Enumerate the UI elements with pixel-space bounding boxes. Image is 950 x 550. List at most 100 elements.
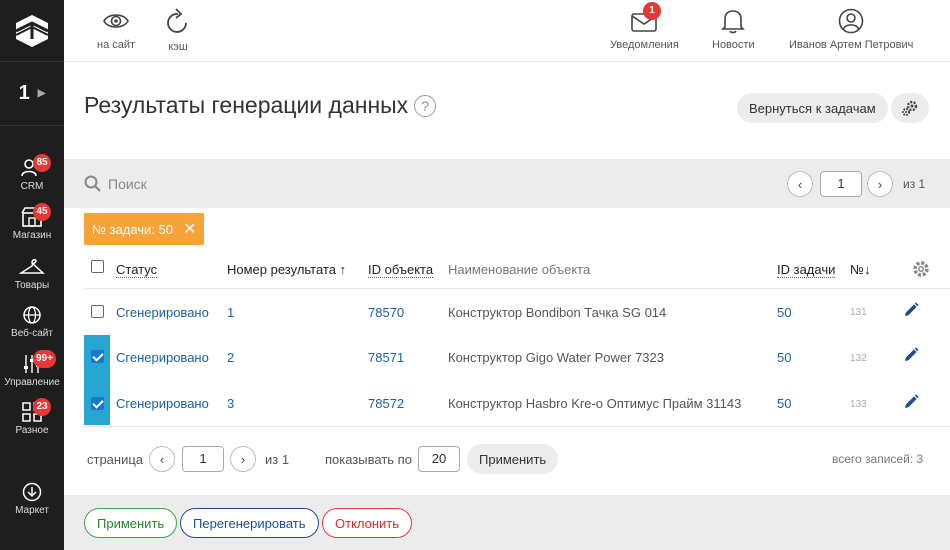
page-title-text: Результаты генерации данных <box>84 92 409 118</box>
logo[interactable] <box>0 0 64 62</box>
misc-badge: 23 <box>33 398 51 416</box>
row-task-id[interactable]: 50 <box>777 305 791 320</box>
user-icon <box>838 8 864 34</box>
shop-badge: 45 <box>33 203 51 221</box>
user-menu[interactable]: Иванов Артем Петрович <box>789 8 913 51</box>
sidebar-item-label: Магазин <box>12 230 52 241</box>
row-result-number[interactable]: 1 <box>227 305 234 320</box>
sidebar-item-products[interactable]: Товары <box>0 257 64 291</box>
row-no: 133 <box>850 399 867 410</box>
bell-icon <box>721 10 746 34</box>
topbar: на сайт кэш Уведомления 1 Новости Иванов… <box>64 0 950 62</box>
row-result-number[interactable]: 3 <box>227 396 234 411</box>
search-icon <box>84 175 101 192</box>
settings-button[interactable] <box>891 93 929 123</box>
close-icon[interactable]: ✕ <box>183 219 196 239</box>
select-all-checkbox[interactable] <box>91 260 104 273</box>
news-label: Новости <box>712 39 755 51</box>
pencil-icon[interactable] <box>903 302 919 318</box>
row-object-name: Конструктор Gigo Water Power 7323 <box>448 350 664 365</box>
row-status[interactable]: Сгенерировано <box>116 396 209 411</box>
globe-icon <box>23 306 41 324</box>
filter-chip-label: № задачи: 50 <box>92 221 173 237</box>
apply-per-page-button[interactable]: Применить <box>467 444 559 474</box>
filter-chip: № задачи: 50 ✕ <box>84 213 205 245</box>
column-settings-gear-icon[interactable] <box>911 259 931 279</box>
search-input[interactable] <box>108 173 508 195</box>
search-prev-page-button[interactable]: ‹ <box>787 171 813 197</box>
prev-page-button[interactable]: ‹ <box>149 446 175 472</box>
divider <box>84 288 950 289</box>
notifications-badge: 1 <box>643 2 661 20</box>
to-site-label: на сайт <box>97 39 136 51</box>
apply-button[interactable]: Применить <box>84 508 178 538</box>
project-number: 1 <box>18 82 30 104</box>
page-title: Результаты генерации данных ? <box>84 92 437 119</box>
row-object-id[interactable]: 78571 <box>368 350 404 365</box>
row-checkbox[interactable] <box>91 350 104 363</box>
help-icon[interactable]: ? <box>414 94 437 117</box>
pencil-icon[interactable] <box>903 394 919 410</box>
news-button[interactable]: Новости <box>712 8 755 51</box>
pencil-icon[interactable] <box>903 347 919 363</box>
sidebar-item-website[interactable]: Веб-сайт <box>0 305 64 339</box>
sidebar-item-label: Веб-сайт <box>11 328 53 339</box>
per-page-input[interactable]: 20 <box>418 446 460 472</box>
column-header-no[interactable]: №↓ <box>850 262 870 277</box>
back-to-tasks-button[interactable]: Вернуться к задачам <box>737 93 888 123</box>
row-checkbox[interactable] <box>91 397 104 410</box>
chevron-right-icon: ▶ <box>37 88 46 99</box>
divider <box>84 426 950 427</box>
refresh-icon <box>167 8 187 33</box>
row-task-id[interactable]: 50 <box>777 350 791 365</box>
crm-badge: 85 <box>33 154 51 172</box>
project-switcher[interactable]: 1 ▶ <box>0 62 64 126</box>
row-no: 132 <box>850 353 867 364</box>
sidebar-item-label: Управление <box>4 377 60 388</box>
search-next-page-button[interactable]: › <box>867 171 893 197</box>
page-number-input[interactable]: 1 <box>182 446 224 472</box>
total-records: всего записей: 3 <box>832 452 924 466</box>
column-header-task-id[interactable]: ID задачи <box>777 262 836 278</box>
cache-button[interactable]: кэш <box>165 8 191 53</box>
column-header-object-name[interactable]: Наименование объекта <box>448 262 590 277</box>
gears-icon <box>902 100 918 116</box>
eye-icon <box>103 14 129 28</box>
per-page-label: показывать по <box>325 452 412 467</box>
column-header-object-id[interactable]: ID объекта <box>368 262 434 278</box>
logo-icon <box>15 14 49 47</box>
column-header-status[interactable]: Статус <box>116 262 158 278</box>
notifications-button[interactable]: Уведомления 1 <box>610 2 679 51</box>
row-object-id[interactable]: 78570 <box>368 305 404 320</box>
sidebar-item-shop[interactable]: Магазин 45 <box>0 203 64 241</box>
management-badge: 99+ <box>33 350 56 368</box>
action-bar: Применить Перегенерировать Отклонить <box>64 495 950 550</box>
sidebar-item-misc[interactable]: Разное 23 <box>0 398 64 436</box>
row-object-name: Конструктор Hasbro Kre-o Оптимус Прайм 3… <box>448 396 742 411</box>
sidebar-item-market[interactable]: Маркет <box>0 482 64 516</box>
row-task-id[interactable]: 50 <box>777 396 791 411</box>
user-name: Иванов Артем Петрович <box>789 39 914 51</box>
row-status[interactable]: Сгенерировано <box>116 305 209 320</box>
column-header-result-number[interactable]: Номер результата ↑ <box>227 262 346 277</box>
row-result-number[interactable]: 2 <box>227 350 234 365</box>
to-site-button[interactable]: на сайт <box>97 8 135 51</box>
cache-label: кэш <box>168 41 188 53</box>
reject-button[interactable]: Отклонить <box>322 508 413 538</box>
sidebar-item-label: CRM <box>20 181 44 192</box>
sidebar-item-management[interactable]: Управление 99+ <box>0 350 64 388</box>
download-circle-icon <box>22 482 42 502</box>
search-page-input[interactable]: 1 <box>820 171 862 197</box>
row-status[interactable]: Сгенерировано <box>116 350 209 365</box>
sidebar-item-crm[interactable]: CRM 85 <box>0 154 64 192</box>
row-object-name: Конструктор Bondibon Тачка SG 014 <box>448 305 667 320</box>
search-of-pages: из 1 <box>903 177 926 191</box>
pagination-page-label: страница <box>87 452 144 467</box>
sidebar-item-label: Маркет <box>15 505 49 516</box>
search-bar: ‹ 1 › из 1 <box>64 159 950 208</box>
regenerate-button[interactable]: Перегенерировать <box>180 508 319 538</box>
row-checkbox[interactable] <box>91 305 104 318</box>
next-page-button[interactable]: › <box>230 446 256 472</box>
row-object-id[interactable]: 78572 <box>368 396 404 411</box>
hanger-icon <box>19 258 45 274</box>
